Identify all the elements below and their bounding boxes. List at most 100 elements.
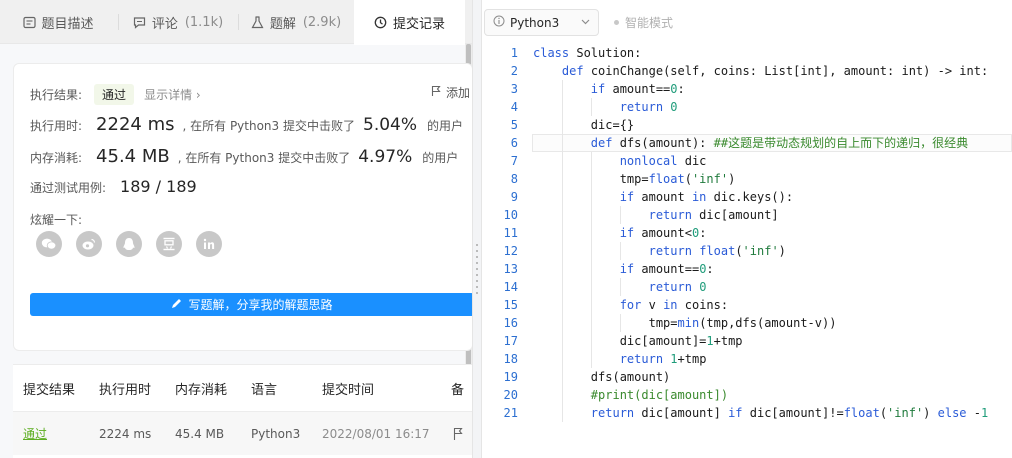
smart-mode-toggle[interactable]: 智能模式 [614,14,673,31]
code-line[interactable]: if amount<0: [533,224,707,242]
column-header[interactable]: 内存消耗 [175,365,227,411]
code-line[interactable]: def dfs(amount): ##这题是带动态规划的自上而下的递归，很经典 [533,134,968,152]
pencil-icon [171,298,182,312]
column-header[interactable]: 语言 [251,365,277,411]
share-icons [36,231,222,257]
code-line[interactable]: return dic[amount] if dic[amount]!=float… [533,404,988,422]
weibo-icon[interactable] [76,231,102,257]
code-line[interactable]: tmp=min(tmp,dfs(amount-v)) [533,314,837,332]
status-badge: 通过 [94,84,135,105]
code-line[interactable]: def coinChange(self, coins: List[int], a… [533,62,988,80]
line-number: 18 [503,352,518,366]
code-line[interactable]: return 0 [533,278,707,296]
column-header[interactable]: 执行用时 [99,365,151,411]
code-line[interactable]: tmp=float('inf') [533,170,736,188]
runtime-text: , 在所有 Python3 提交中击败了 [182,119,356,133]
code-line[interactable]: if amount==0: [533,80,685,98]
code-line[interactable]: if amount in dic.keys(): [533,188,793,206]
runtime-cell: 2224 ms [99,426,152,441]
time-cell: 2022/08/01 16:17 [322,426,430,441]
tests-value: 189 / 189 [120,177,197,196]
line-number: 2 [510,64,518,78]
line-number: 12 [503,244,518,258]
tab-separator [238,14,239,30]
linkedin-icon[interactable] [196,231,222,257]
tab-label: 题目描述 [41,16,94,32]
flag-icon[interactable] [453,412,464,455]
code-line[interactable]: if amount==0: [533,260,714,278]
code-line[interactable]: return dic[amount] [533,206,779,224]
tab-comments[interactable]: 评论 (1.1k) [120,0,236,44]
code-line[interactable]: return 1+tmp [533,350,707,368]
code-line[interactable]: dic={} [533,116,634,134]
editor-pane: Python3 智能模式 1 class Solution: 2 def coinC… [482,0,1012,458]
code-line[interactable]: nonlocal dic [533,152,707,170]
memory-suffix: 的用户 [422,151,459,165]
result-card: 执行结果: 通过 显示详情 › 添加 执行用时: 2224 ms , 在所有 P… [13,63,472,351]
column-header[interactable]: 备 [451,365,464,411]
line-number: 8 [510,172,518,186]
smart-mode-label: 智能模式 [625,16,674,30]
line-number: 21 [503,406,518,420]
line-number: 13 [503,262,518,276]
add-note-label: 添加 [445,86,470,100]
tests-label: 通过测试用例: [30,181,107,195]
memory-label: 内存消耗: [30,151,83,165]
chevron-down-icon [581,17,590,28]
line-number: 14 [503,280,518,294]
tab-solutions[interactable]: 题解 (2.9k) [240,0,352,44]
column-header[interactable]: 提交结果 [23,365,75,411]
show-details-link[interactable]: 显示详情 › [144,86,201,103]
memory-value: 45.4 MB [96,146,170,167]
language-cell: Python3 [251,426,301,441]
memory-text: , 在所有 Python3 提交中击败了 [177,151,351,165]
code-line[interactable]: class Solution: [533,44,641,62]
line-number: 16 [503,316,518,330]
flask-icon [251,15,265,29]
table-row[interactable]: 通过 2224 ms 45.4 MB Python3 2022/08/01 16… [13,411,472,455]
code-line[interactable]: dic[amount]=1+tmp [533,332,743,350]
flag-icon [431,85,442,100]
status-dot-icon [614,20,619,25]
douban-icon[interactable] [156,231,182,257]
column-header[interactable]: 提交时间 [322,365,374,411]
code-line[interactable]: return 0 [533,98,678,116]
status-label: 执行结果: [30,88,83,102]
language-select[interactable]: Python3 [484,9,599,36]
runtime-suffix: 的用户 [427,119,464,133]
editor-toolbar: Python3 智能模式 [482,0,1012,42]
runtime-label: 执行用时: [30,119,83,133]
add-note-button[interactable]: 添加 [431,84,470,101]
qq-icon[interactable] [116,231,142,257]
language-value: Python3 [510,15,560,30]
runtime-row: 执行用时: 2224 ms , 在所有 Python3 提交中击败了 5.04%… [30,114,463,135]
tab-label: 评论 [151,16,178,32]
info-icon [493,15,505,30]
result-link[interactable]: 通过 [23,425,47,442]
memory-percent: 4.97% [358,147,413,167]
code-line[interactable]: #print(dic[amount]) [533,386,728,404]
code-line[interactable]: return float('inf') [533,242,786,260]
tab-count: (2.9k) [302,14,342,30]
wechat-icon[interactable] [36,231,62,257]
tab-bar: 题目描述 评论 (1.1k) 题解 (2.9k) 提交记录 [0,0,472,45]
line-number: 6 [510,136,518,150]
line-number: 7 [510,154,518,168]
code-editor[interactable]: 1 class Solution: 2 def coinChange(self, c… [482,42,1012,458]
write-solution-button[interactable]: 写题解，分享我的解题思路 [30,293,472,316]
tab-description[interactable]: 题目描述 [0,0,116,44]
app-root: 题目描述 评论 (1.1k) 题解 (2.9k) 提交记录 执行结果: 通过 显… [0,0,1012,458]
code-line[interactable]: dfs(amount) [533,368,670,386]
pane-resizer[interactable] [472,0,482,458]
line-number: 15 [503,298,518,312]
code-line[interactable]: for v in coins: [533,296,728,314]
tab-separator [118,14,119,30]
line-number: 5 [510,118,518,132]
memory-row: 内存消耗: 45.4 MB , 在所有 Python3 提交中击败了 4.97%… [30,146,458,167]
write-solution-label: 写题解，分享我的解题思路 [188,298,333,312]
line-number: 19 [503,370,518,384]
tab-count: (1.1k) [184,14,224,30]
left-pane: 题目描述 评论 (1.1k) 题解 (2.9k) 提交记录 执行结果: 通过 显… [0,0,472,458]
tab-submissions[interactable]: 提交记录 [354,0,465,45]
table-header: 提交结果 执行用时 内存消耗 语言 提交时间 备 [13,365,472,411]
